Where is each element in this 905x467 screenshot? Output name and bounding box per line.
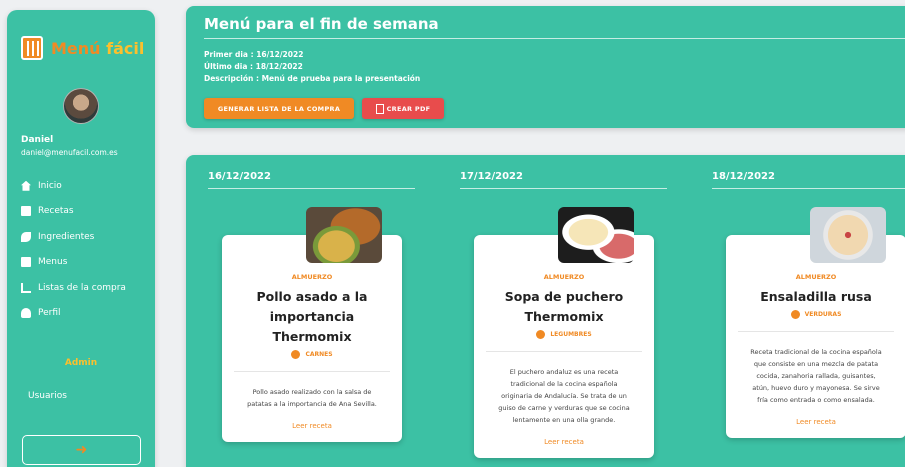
recipe-card[interactable]: ALMUERZO Sopa de puchero Thermomix LEGUM… [474, 235, 654, 458]
divider [460, 188, 667, 189]
recipe-description: Pollo asado realizado con la salsa de pa… [247, 388, 377, 408]
create-pdf-button[interactable]: CREAR PDF [362, 98, 444, 119]
sidebar-item-recetas[interactable]: Recetas [21, 199, 151, 225]
sidebar-nav: Inicio Recetas Ingredientes Menus Listas… [21, 173, 151, 326]
mail-icon [21, 257, 31, 268]
book-icon [21, 206, 31, 217]
recipe-category: VERDURAS [726, 310, 905, 319]
recipe-image[interactable] [810, 207, 886, 263]
logout-button[interactable]: ➜ [22, 435, 141, 465]
recipe-image[interactable] [306, 207, 382, 263]
sidebar-item-label: Menus [38, 257, 68, 268]
pdf-icon [375, 103, 384, 114]
recipe-image[interactable] [558, 207, 634, 263]
sidebar-item-usuarios[interactable]: Usuarios [21, 383, 67, 408]
divider [712, 188, 905, 189]
cutlery-icon [790, 310, 800, 319]
avatar [63, 88, 99, 124]
logo-text-menu: Menú [51, 38, 101, 58]
sidebar-item-label: Usuarios [28, 390, 67, 401]
meal-label: ALMUERZO [291, 273, 333, 281]
category-label: LEGUMBRES [550, 331, 592, 338]
user-email: daniel@menufacil.com.es [21, 148, 118, 157]
sidebar-item-label: Recetas [38, 206, 74, 217]
sidebar-item-label: Inicio [38, 180, 62, 191]
divider [208, 188, 415, 189]
last-day: Último dia : 18/12/2022 [204, 62, 303, 71]
first-day: Primer dia : 16/12/2022 [204, 50, 304, 59]
days-panel: 16/12/2022 ALMUERZO Pollo asado a la imp… [186, 155, 905, 467]
day-date: 16/12/2022 [208, 171, 271, 182]
menu-logo-icon [21, 36, 43, 60]
day-date: 18/12/2022 [712, 171, 775, 182]
admin-section-label: Admin [64, 358, 98, 368]
sidebar-item-label: Perfil [38, 308, 61, 319]
cart-icon [21, 282, 31, 293]
sidebar: Menú fácil Daniel daniel@menufacil.com.e… [7, 10, 155, 467]
read-recipe-link[interactable]: Leer receta [222, 422, 402, 430]
recipe-category: CARNES [222, 350, 402, 359]
user-icon [21, 308, 31, 319]
generate-shopping-list-button[interactable]: GENERAR LISTA DE LA COMPRA [204, 98, 354, 119]
user-name: Daniel [21, 135, 54, 145]
recipe-description: El puchero andaluz es una receta tradici… [498, 368, 630, 424]
divider [204, 38, 905, 39]
sidebar-item-label: Ingredientes [38, 231, 95, 242]
sidebar-item-inicio[interactable]: Inicio [21, 173, 151, 199]
recipe-description: Receta tradicional de la cocina española… [750, 348, 882, 404]
sidebar-item-ingredientes[interactable]: Ingredientes [21, 224, 151, 250]
recipe-title: Pollo asado a la importancia Thermomix [256, 289, 368, 344]
category-label: VERDURAS [804, 311, 842, 318]
sidebar-item-perfil[interactable]: Perfil [21, 301, 151, 327]
recipe-card[interactable]: ALMUERZO Ensaladilla rusa VERDURAS Recet… [726, 235, 905, 438]
button-label: GENERAR LISTA DE LA COMPRA [217, 104, 341, 113]
divider [738, 331, 894, 332]
logo-text-facil: fácil [106, 38, 145, 58]
category-label: CARNES [305, 351, 333, 358]
recipe-title: Ensaladilla rusa [760, 289, 872, 304]
leaf-icon [21, 231, 31, 242]
divider [486, 351, 642, 352]
recipe-card[interactable]: ALMUERZO Pollo asado a la importancia Th… [222, 235, 402, 442]
page-title: Menú para el fin de semana [204, 15, 439, 33]
button-label: CREAR PDF [386, 104, 431, 113]
recipe-category: LEGUMBRES [474, 330, 654, 339]
sidebar-item-listas[interactable]: Listas de la compra [21, 275, 151, 301]
read-recipe-link[interactable]: Leer receta [474, 438, 654, 446]
sidebar-item-label: Listas de la compra [38, 282, 126, 293]
cutlery-icon [536, 330, 546, 339]
menu-header: Menú para el fin de semana Primer dia : … [186, 6, 905, 128]
home-icon [21, 180, 31, 191]
logo[interactable]: Menú fácil [21, 36, 144, 60]
sidebar-item-menus[interactable]: Menus [21, 250, 151, 276]
day-date: 17/12/2022 [460, 171, 523, 182]
meal-label: ALMUERZO [795, 273, 837, 281]
read-recipe-link[interactable]: Leer receta [726, 418, 905, 426]
meal-label: ALMUERZO [543, 273, 585, 281]
recipe-title: Sopa de puchero Thermomix [504, 289, 624, 324]
logout-icon: ➜ [75, 442, 88, 458]
menu-description: Descripción : Menú de prueba para la pre… [204, 74, 421, 83]
cutlery-icon [291, 350, 301, 359]
divider [234, 371, 390, 372]
